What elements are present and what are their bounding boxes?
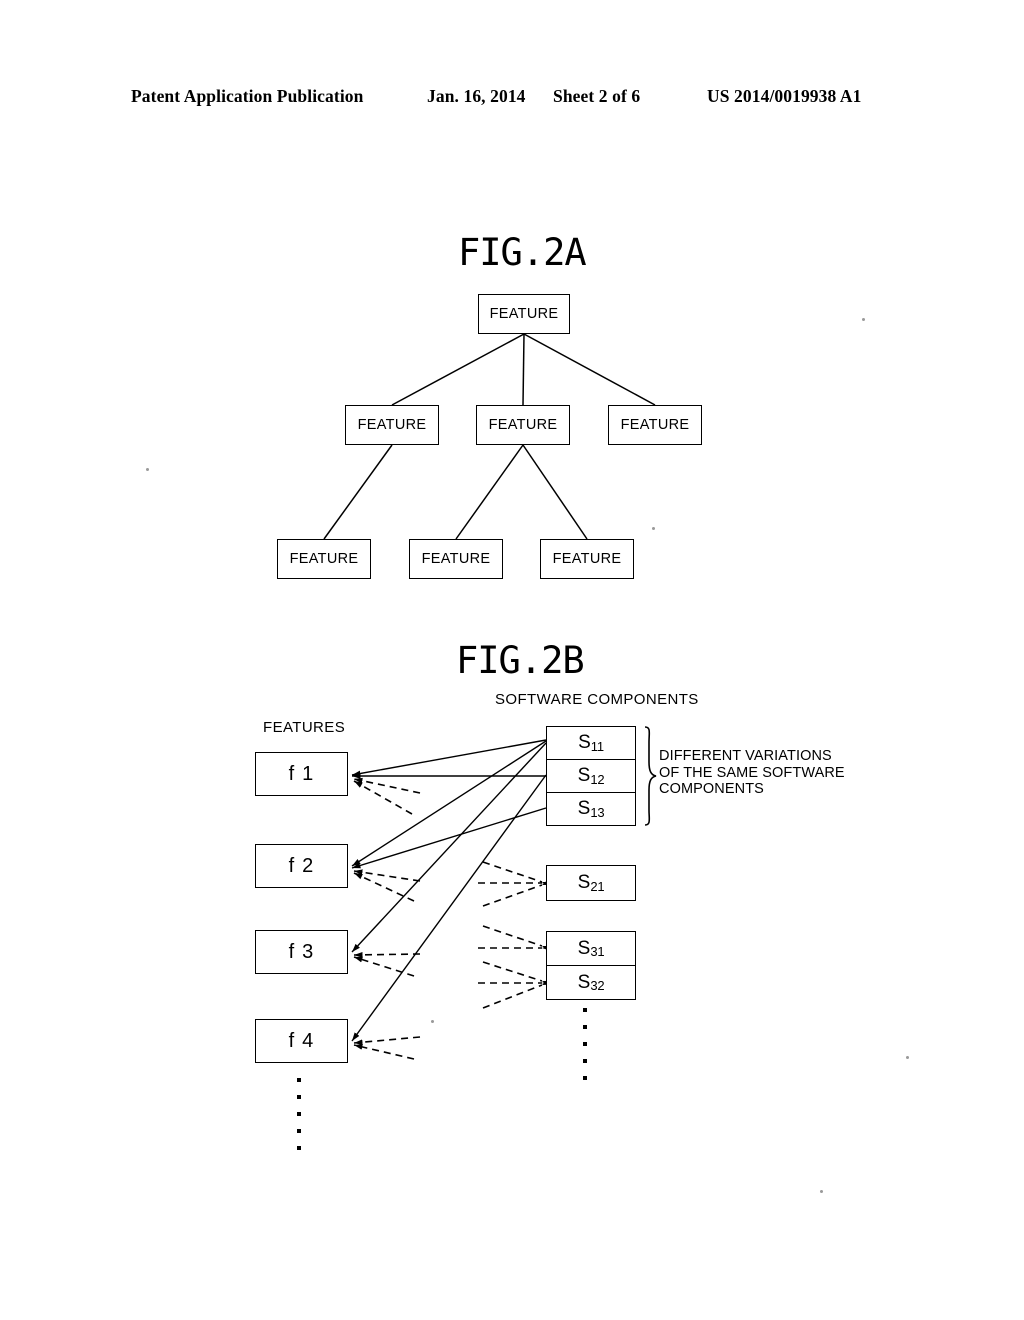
edge-m1-to-b1 (323, 444, 393, 540)
mapping-f4-s12 (351, 774, 547, 1042)
feature-node-label: FEATURE (620, 417, 690, 433)
ellipsis-dot (297, 1112, 301, 1116)
feature-box-label: f 3 (288, 940, 315, 963)
scan-speckle (862, 318, 865, 321)
figure-2b-title: FIG.2B (456, 639, 585, 682)
dashed-stub-f3-b (353, 956, 415, 977)
dashed-stub-f4-a (353, 1036, 421, 1046)
header-patent-number: US 2014/0019938 A1 (707, 86, 862, 106)
features-ellipsis-dots (297, 1078, 301, 1163)
edge-m2-to-b3 (522, 444, 588, 540)
component-cell-base: S (578, 732, 591, 753)
component-cell-subscript: 31 (590, 944, 605, 959)
feature-node-label: FEATURE (489, 306, 559, 322)
component-cell-subscript: 21 (590, 878, 605, 894)
feature-box-f4[interactable]: f 4 (255, 1019, 348, 1063)
ellipsis-dot (297, 1129, 301, 1133)
mapping-f2-s11 (351, 740, 547, 867)
dashed-stub-f2-a (353, 869, 421, 882)
feature-node-m2[interactable]: FEATURE (476, 405, 570, 445)
mapping-f3-s11 (351, 742, 547, 953)
component-cell-s11[interactable]: S 11 (546, 726, 636, 760)
component-cell-s21[interactable]: S 21 (546, 865, 636, 901)
feature-node-root[interactable]: FEATURE (478, 294, 570, 334)
feature-node-b3[interactable]: FEATURE (540, 539, 634, 579)
edge-root-to-m1 (391, 333, 525, 406)
component-cell-subscript: 32 (590, 978, 605, 993)
variations-note: DIFFERENT VARIATIONS OF THE SAME SOFTWAR… (659, 748, 845, 798)
ellipsis-dot (297, 1078, 301, 1082)
mapping-f1-s11 (351, 739, 547, 777)
feature-node-m1[interactable]: FEATURE (345, 405, 439, 445)
header-publication-text: Patent Application Publication (131, 86, 364, 106)
feature-node-label: FEATURE (357, 417, 427, 433)
component-cell-subscript: 12 (590, 771, 605, 787)
header-sheet-text: Sheet 2 of 6 (553, 86, 641, 106)
component-cell-base: S (577, 798, 591, 819)
dashed-stub-s32-a (482, 961, 551, 987)
edge-root-to-m2 (522, 333, 525, 406)
dashed-stub-s21-a (482, 861, 551, 888)
dashed-stub-f4-b (353, 1044, 415, 1060)
edge-root-to-m3 (523, 333, 656, 406)
feature-node-label: FEATURE (552, 551, 622, 567)
component-cell-base: S (577, 971, 591, 993)
feature-node-label: FEATURE (421, 551, 491, 567)
feature-node-label: FEATURE (289, 551, 359, 567)
mapping-f2-s13 (351, 807, 547, 869)
dashed-stub-f1-a (353, 777, 421, 794)
scan-speckle (146, 468, 149, 471)
ellipsis-dot (297, 1095, 301, 1099)
variations-note-line-2: OF THE SAME SOFTWARE (659, 764, 845, 781)
feature-box-f3[interactable]: f 3 (255, 930, 348, 974)
dashed-stub-s31-a (482, 925, 551, 952)
component-cell-base: S (577, 937, 591, 959)
ellipsis-dot (583, 1008, 587, 1012)
feature-box-f1[interactable]: f 1 (255, 752, 348, 796)
component-cell-subscript: 11 (590, 738, 604, 754)
software-components-column-label: SOFTWARE COMPONENTS (495, 691, 699, 708)
edge-m2-to-b2 (455, 444, 524, 540)
feature-node-label: FEATURE (488, 417, 558, 433)
feature-node-b1[interactable]: FEATURE (277, 539, 371, 579)
dashed-stub-s32-c (482, 979, 551, 1009)
dashed-stub-f1-b (353, 780, 413, 815)
component-cell-s31[interactable]: S 31 (546, 931, 636, 966)
ellipsis-dot (583, 1059, 587, 1063)
dashed-stub-f2-b (353, 872, 415, 902)
scan-speckle (431, 1020, 434, 1023)
component-cell-s13[interactable]: S 13 (546, 792, 636, 826)
scan-speckle (820, 1190, 823, 1193)
ellipsis-dot (583, 1025, 587, 1029)
dashed-stub-s21-c (482, 879, 551, 907)
feature-box-label: f 4 (288, 1029, 315, 1052)
header-date-text: Jan. 16, 2014 (427, 86, 526, 106)
feature-box-f2[interactable]: f 2 (255, 844, 348, 888)
ellipsis-dot (583, 1042, 587, 1046)
component-cell-subscript: 13 (590, 804, 605, 820)
component-cell-base: S (577, 872, 591, 893)
component-cell-s12[interactable]: S 12 (546, 759, 636, 793)
page-header: Patent Application Publication Jan. 16, … (0, 86, 1024, 112)
scan-speckle (652, 527, 655, 530)
component-cell-s32[interactable]: S 32 (546, 965, 636, 1000)
ellipsis-dot (297, 1146, 301, 1150)
dashed-stub-f3-a (353, 951, 421, 958)
variations-note-line-1: DIFFERENT VARIATIONS (659, 748, 832, 764)
feature-node-m3[interactable]: FEATURE (608, 405, 702, 445)
ellipsis-dot (583, 1076, 587, 1080)
scan-speckle (906, 1056, 909, 1059)
feature-box-label: f 2 (288, 854, 315, 877)
features-column-label: FEATURES (263, 719, 346, 736)
variations-brace (644, 726, 657, 826)
figure-2a-title: FIG.2A (458, 231, 587, 274)
variations-note-line-3: COMPONENTS (659, 781, 764, 797)
feature-node-b2[interactable]: FEATURE (409, 539, 503, 579)
components-ellipsis-dots (583, 1008, 587, 1093)
component-cell-base: S (577, 765, 591, 786)
feature-box-label: f 1 (288, 762, 315, 785)
